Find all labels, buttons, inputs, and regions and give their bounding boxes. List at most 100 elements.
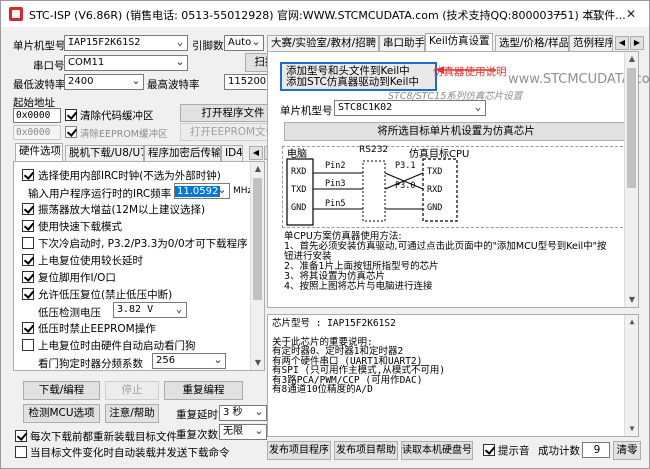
irc-frequency-value: 11.0592	[175, 186, 221, 197]
tab-sample-programs[interactable]: 范例程序	[569, 35, 613, 51]
lvd-voltage-select[interactable]: 3.82 V	[113, 302, 187, 318]
reload-before-download-label: 每次下载前都重新装载目标文件	[30, 431, 177, 443]
code-start-address-input[interactable]: 0x0000	[13, 108, 61, 123]
main-window: STC-ISP (V6.86R) (销售电话: 0513-55012928) 官…	[0, 0, 650, 469]
tab-offline-download[interactable]: 脱机下载/U8/U7	[65, 145, 144, 161]
tab-hardware-options[interactable]: 硬件选项	[15, 143, 63, 161]
stop-button[interactable]: 停止	[105, 381, 159, 400]
set-emulation-chip-button[interactable]: 将所选目标单片机设置为仿真芯片	[284, 122, 628, 141]
minimize-button[interactable]: —	[541, 1, 577, 27]
option-reset-pin-io-checkbox[interactable]	[22, 271, 34, 283]
tab-keil-emulation[interactable]: Keil仿真设置	[425, 33, 493, 51]
option-fast-download-checkbox[interactable]	[22, 220, 34, 232]
reload-before-download-checkbox[interactable]	[15, 430, 27, 442]
mcu-type-select[interactable]: IAP15F2K61S2	[64, 35, 188, 51]
option-long-reset-delay-label: 上电复位使用较长延时	[38, 255, 143, 267]
repeat-count-select[interactable]: 无限	[219, 424, 267, 440]
chevron-down-icon	[211, 354, 225, 368]
pin-count-value: Auto	[228, 37, 252, 48]
tab-id[interactable]: ID4	[221, 145, 243, 161]
options-scrollbar[interactable]: ▲ ▼	[250, 162, 264, 370]
repeat-program-button[interactable]: 重复编程	[164, 381, 243, 400]
option-lv-eeprom-checkbox[interactable]	[22, 322, 34, 334]
option-long-reset-delay-checkbox[interactable]	[22, 254, 34, 266]
title-bar: STC-ISP (V6.86R) (销售电话: 0513-55012928) 官…	[1, 1, 649, 27]
tab-encrypted-transfer[interactable]: 程序加密后传输	[144, 145, 221, 161]
check-mcu-button[interactable]: 检测MCU选项	[23, 404, 100, 423]
option-auto-watchdog-checkbox[interactable]	[22, 339, 34, 351]
lvd-voltage-label: 低压检测电压	[38, 307, 101, 319]
rs232-label: RS232	[359, 145, 389, 155]
info-scrollbar[interactable]: ▲ ▼	[624, 315, 638, 436]
scroll-up-icon[interactable]: ▲	[251, 162, 265, 176]
chevron-down-icon	[252, 406, 266, 420]
pin-count-label: 引脚数	[192, 40, 224, 52]
hardware-options-panel: 选择使用内部IRC时钟(不选为外部时钟) 输入用户程序运行时的IRC频率 11.…	[13, 161, 265, 371]
lvd-voltage-value: 3.82 V	[117, 304, 154, 315]
right-tab-scroll-right-button[interactable]: ▶	[630, 36, 644, 50]
scroll-thumb[interactable]	[253, 178, 262, 300]
publish-help-button[interactable]: 发布项目帮助	[334, 441, 398, 460]
scroll-up-icon[interactable]: ▲	[625, 52, 639, 66]
chevron-down-icon	[471, 101, 485, 115]
option-low-voltage-reset-label: 允许低压复位(禁止低压中断)	[38, 289, 173, 301]
option-fast-download-label: 使用快速下载模式	[38, 221, 122, 233]
option-reset-pin-io-label: 复位脚用作I/O口	[38, 272, 116, 284]
watchdog-prescaler-value: 256	[156, 355, 176, 366]
publish-program-button[interactable]: 发布项目程序	[267, 441, 331, 460]
repeat-delay-label: 重复延时	[176, 409, 218, 421]
tone-checkbox[interactable]	[483, 444, 495, 456]
emu-mcu-type-select[interactable]: STC8C1K02	[334, 100, 486, 116]
scroll-down-icon[interactable]: ▼	[625, 293, 639, 307]
tab-selection-price[interactable]: 选型/价格/样品	[495, 35, 569, 51]
repeat-delay-value: 3 秒	[223, 407, 243, 418]
tone-label: 提示音	[498, 445, 530, 457]
connection-diagram: 电脑 RS232 仿真目标CPU RXD TXD GND Pin2 Pin3 P…	[282, 145, 628, 228]
scroll-thumb[interactable]	[627, 68, 636, 188]
notice-help-button[interactable]: 注意/帮助	[105, 404, 159, 423]
success-count-value[interactable]: 9	[582, 442, 610, 458]
pin-count-select[interactable]: Auto	[224, 35, 264, 51]
repeat-delay-select[interactable]: 3 秒	[219, 405, 267, 421]
min-baud-value: 2400	[68, 76, 94, 87]
scroll-up-icon[interactable]: ▲	[625, 315, 639, 329]
irc-frequency-select[interactable]: 11.0592	[174, 183, 230, 199]
info-line: 有8通道10位精度的A/D	[272, 384, 373, 395]
mcu-type-label: 单片机型号	[13, 40, 66, 52]
option-p32-p33-label: 下次冷启动时, P3.2/P3.3为0/0才可下载程序	[38, 238, 248, 250]
tab-serial-assistant[interactable]: 串口助手	[379, 35, 425, 51]
option-osc-gain-checkbox[interactable]	[22, 203, 34, 215]
eeprom-start-address-input[interactable]: 0x0000	[13, 125, 61, 140]
download-program-button[interactable]: 下载/编程	[23, 381, 100, 400]
keil-panel-scrollbar[interactable]: ▲ ▼	[624, 52, 638, 307]
option-low-voltage-reset-checkbox[interactable]	[22, 288, 34, 300]
chevron-down-icon	[173, 36, 187, 50]
min-baud-select[interactable]: 2400	[64, 74, 144, 90]
clear-code-label: 清除代码缓冲区	[80, 110, 154, 122]
tab-scroll-left-button[interactable]: ◀	[249, 146, 263, 160]
chevron-down-icon	[173, 56, 187, 70]
close-button[interactable]: ✕	[613, 1, 649, 27]
read-disk-id-button[interactable]: 读取本机硬盘号	[401, 441, 473, 460]
chevron-down-icon	[252, 425, 266, 439]
option-p32-p33-checkbox[interactable]	[22, 237, 34, 249]
clear-count-button[interactable]: 清零	[613, 441, 641, 460]
maximize-button[interactable]: □	[577, 1, 613, 27]
scroll-down-icon[interactable]: ▼	[625, 422, 639, 436]
auto-send-checkbox[interactable]	[15, 446, 27, 458]
option-internal-irc-label: 选择使用内部IRC时钟(不选为外部时钟)	[38, 170, 221, 182]
watchdog-prescaler-select[interactable]: 256	[152, 353, 226, 369]
port-select[interactable]: COM11	[64, 55, 188, 71]
mcu-type-value: IAP15F2K61S2	[68, 37, 141, 48]
repeat-count-value: 无限	[223, 426, 243, 437]
emu-mcu-type-value: STC8C1K02	[338, 102, 393, 113]
right-tab-scroll-left-button[interactable]: ◀	[615, 36, 629, 50]
add-to-keil-button[interactable]: 添加型号和头文件到Keil中 添加STC仿真器驱动到Keil中	[280, 62, 437, 91]
clear-code-checkbox[interactable]	[65, 109, 77, 121]
option-auto-watchdog-label: 上电复位时由硬件自动启动看门狗	[38, 340, 196, 352]
option-internal-irc-checkbox[interactable]	[22, 169, 34, 181]
clear-eeprom-checkbox[interactable]	[65, 126, 77, 138]
scroll-down-icon[interactable]: ▼	[251, 356, 265, 370]
app-icon	[9, 7, 23, 21]
tab-contest-lab[interactable]: 大赛/实验室/教材/招聘	[267, 35, 379, 51]
